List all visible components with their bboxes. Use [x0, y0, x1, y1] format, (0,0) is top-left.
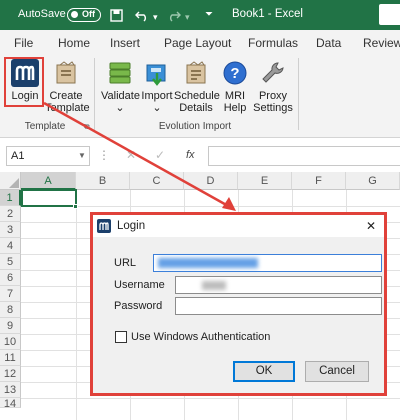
annotation-arrow	[43, 101, 236, 211]
